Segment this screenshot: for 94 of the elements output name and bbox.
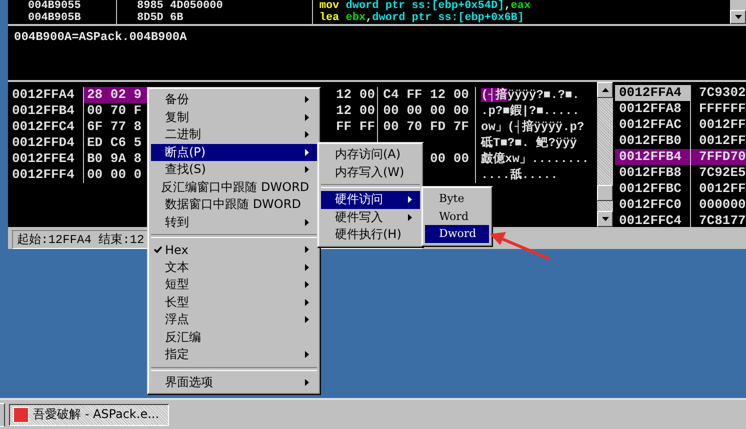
menu-item[interactable]: 内存写入(W) bbox=[321, 164, 420, 181]
submenu-arrow-icon bbox=[305, 298, 309, 306]
scrollbar-thumb[interactable] bbox=[597, 185, 613, 201]
annotation-arrow bbox=[490, 232, 551, 260]
submenu-arrow-icon bbox=[408, 196, 412, 204]
hex-bytes: FF FF bbox=[336, 119, 376, 134]
menu-item[interactable]: 界面选项 bbox=[151, 374, 317, 391]
ascii-text: 砥T■?■. 鲃?ÿÿÿ bbox=[480, 135, 578, 151]
stack-address: 0012FFAC bbox=[615, 117, 691, 133]
hex-bytes: 12 00 bbox=[336, 103, 376, 118]
stack-value: 0012FF bbox=[698, 181, 746, 197]
scroll-down-button[interactable] bbox=[730, 10, 746, 24]
dump-address: 0012FFB4 bbox=[8, 103, 84, 119]
scrollbar[interactable] bbox=[597, 82, 613, 227]
stack-value: 7C8177 bbox=[698, 213, 746, 229]
submenu-arrow-icon bbox=[305, 148, 309, 156]
ascii-text: ow」(┤揞ÿÿÿÿ.p? bbox=[480, 119, 586, 135]
dump-address: 0012FFE4 bbox=[8, 151, 84, 167]
ascii-text: ....舐..... bbox=[480, 167, 559, 183]
menu-item[interactable]: 反汇编窗口中跟随 DWORD bbox=[151, 178, 317, 196]
dump-address: 0012FFC4 bbox=[8, 119, 84, 135]
submenu-arrow-icon bbox=[305, 246, 309, 254]
app-icon bbox=[13, 406, 29, 422]
menu-item[interactable]: 硬件访问 bbox=[321, 191, 420, 208]
hex-bytes: B0 9A 8 bbox=[87, 151, 142, 166]
menu-item[interactable]: Byte bbox=[425, 190, 489, 208]
dump-address: 0012FFF4 bbox=[8, 167, 84, 183]
submenu-arrow-icon bbox=[305, 351, 309, 358]
menu-item[interactable]: 二进制 bbox=[151, 126, 317, 144]
hex-bytes: 00 00 00 00 bbox=[383, 103, 469, 118]
menu-item[interactable]: Word bbox=[425, 208, 489, 225]
stack-value: 000000 bbox=[698, 197, 746, 213]
hex-bytes: 12 00 bbox=[336, 87, 376, 102]
menu-item[interactable]: 查找(S) bbox=[151, 161, 317, 178]
menu-item[interactable]: 转到 bbox=[151, 214, 317, 231]
menu-item[interactable]: 反汇编 bbox=[151, 328, 317, 346]
code-address: 004B905B bbox=[8, 12, 117, 24]
stack-value: 0012FF bbox=[698, 117, 746, 133]
submenu-arrow-icon bbox=[305, 264, 309, 271]
code-bytes: 8D5D 6B bbox=[117, 12, 314, 24]
menu-item[interactable]: Dword bbox=[425, 225, 489, 242]
ascii-text: 皻億xw」........ bbox=[480, 151, 590, 167]
submenu-arrow-icon bbox=[305, 114, 309, 121]
menu-item[interactable]: 文本 bbox=[151, 258, 317, 276]
info-text: 004B900A=ASPack.004B900A bbox=[14, 30, 187, 44]
stack-address: 0012FFA8 bbox=[615, 101, 691, 117]
stack-address: 0012FFB4 bbox=[615, 149, 691, 165]
taskbar-button[interactable]: 吾愛破解 - ASPack.e... bbox=[9, 404, 169, 426]
menu-item[interactable]: 硬件写入 bbox=[321, 208, 420, 226]
stack-value: 7FFD70 bbox=[698, 149, 746, 165]
stack-address: 0012FFB8 bbox=[615, 165, 691, 181]
submenu-arrow-icon bbox=[305, 281, 309, 288]
stack-value: FFFFFF bbox=[698, 101, 746, 117]
hex-bytes: ED C6 5 bbox=[87, 135, 142, 150]
hex-bytes: 28 02 9 bbox=[87, 87, 142, 102]
hex-bytes: 00 00 0 bbox=[87, 167, 142, 182]
submenu-arrow-icon bbox=[305, 131, 309, 138]
submenu-arrow-icon bbox=[305, 218, 309, 226]
stack-value: 7C9302 bbox=[698, 85, 746, 101]
stack-address: 0012FFC0 bbox=[615, 197, 691, 213]
menu-item[interactable]: 长型 bbox=[151, 294, 317, 311]
code-address: 004B9055 bbox=[8, 0, 117, 12]
menu-item[interactable]: 浮点 bbox=[151, 311, 317, 328]
menu-item[interactable]: 内存访问(A) bbox=[321, 146, 420, 164]
hex-bytes: 6F 77 8 bbox=[87, 119, 142, 134]
scroll-up-button[interactable] bbox=[597, 82, 613, 98]
stack-value: 7C92E5 bbox=[698, 165, 746, 181]
hex-bytes: 00 70 F bbox=[87, 103, 142, 118]
stack-address: 0012FFA4 bbox=[615, 85, 691, 101]
menu-item[interactable]: 指定 bbox=[151, 346, 317, 364]
dump-address: 0012FFD4 bbox=[8, 135, 84, 151]
menu-item[interactable]: 复制 bbox=[151, 108, 317, 126]
check-icon bbox=[154, 246, 162, 254]
stack-address: 0012FFC4 bbox=[615, 213, 691, 229]
down-arrow-icon bbox=[734, 15, 742, 19]
code-bytes: 8985 4D050000 bbox=[117, 0, 314, 12]
scroll-down-button[interactable] bbox=[597, 211, 613, 227]
submenu-arrow-icon bbox=[305, 96, 309, 104]
hex-bytes: C4 FF 12 00 bbox=[383, 87, 469, 102]
menu-item[interactable]: 备份 bbox=[151, 91, 317, 108]
hex-bytes: 00 70 FD 7F bbox=[383, 119, 469, 134]
down-arrow-icon bbox=[602, 217, 608, 221]
submenu-arrow-icon bbox=[305, 378, 309, 386]
menu-item[interactable]: 数据窗口中跟随 DWORD bbox=[151, 196, 317, 214]
up-arrow-icon bbox=[602, 88, 608, 92]
stack-address: 0012FFBC bbox=[615, 181, 691, 197]
menu-item[interactable]: 断点(P) bbox=[151, 144, 317, 161]
submenu-arrow-icon bbox=[305, 316, 309, 324]
submenu-arrow-icon bbox=[408, 214, 412, 221]
hex-bytes: 00 00 bbox=[430, 151, 469, 166]
menu-item[interactable]: 短型 bbox=[151, 276, 317, 294]
stack-value: 0012FF bbox=[698, 133, 746, 149]
ascii-text: .p?■鍜|?■..... bbox=[480, 103, 580, 119]
submenu-arrow-icon bbox=[305, 166, 309, 174]
